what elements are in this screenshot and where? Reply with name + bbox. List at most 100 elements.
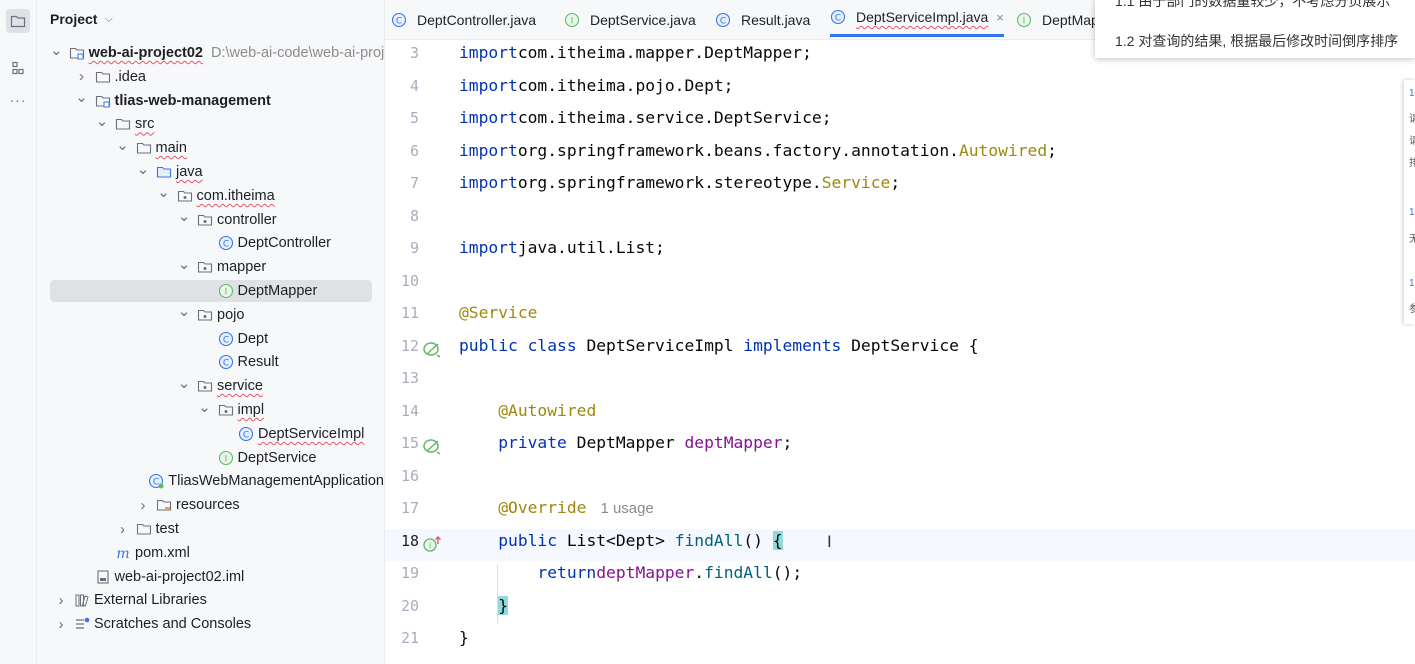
- tree-item-main[interactable]: ⌄ main: [50, 137, 384, 159]
- chevron-down-icon[interactable]: ⌄: [198, 398, 212, 416]
- spring-bean-icon[interactable]: [422, 339, 442, 359]
- tree-item-java[interactable]: ⌄ java: [50, 161, 384, 183]
- code-token: org.springframework.stereotype.: [517, 173, 822, 192]
- svg-text:C: C: [396, 17, 402, 27]
- tree-item-service[interactable]: ⌄ service: [50, 375, 384, 397]
- code-line: }: [459, 628, 469, 647]
- project-panel: Project ⌵ ⌄ web-ai-project02 D:\web-ai-cod…: [37, 0, 385, 664]
- iml-file-icon: [95, 569, 111, 585]
- tree-item-deptservice[interactable]: ›IDeptService: [50, 447, 384, 469]
- side-card-text: 排: [1409, 158, 1415, 169]
- code-token: ;: [782, 433, 793, 452]
- tree-item-label: impl: [237, 402, 265, 418]
- tree-item-pojo[interactable]: ⌄ pojo: [50, 302, 384, 326]
- tree-item-label: web-ai-project02.iml: [114, 568, 245, 585]
- tree-item-label: DeptServiceImpl: [258, 425, 365, 442]
- resources-folder-icon: [156, 497, 172, 513]
- chevron-down-icon[interactable]: ⌄: [177, 374, 191, 392]
- code-token: org.springframework.beans.factory.annota…: [517, 140, 959, 160]
- tree-item-web-ai-project02[interactable]: ⌄ web-ai-project02 D:\web-ai-code\web-ai-p…: [50, 42, 384, 64]
- usages-inlay-hint[interactable]: 1 usage: [600, 500, 653, 517]
- chevron-down-icon[interactable]: ⌄: [136, 160, 150, 178]
- chevron-down-icon[interactable]: ⌄: [116, 136, 130, 154]
- tree-item-test[interactable]: › test: [50, 518, 384, 540]
- project-panel-header[interactable]: Project ⌵: [50, 11, 113, 27]
- line-number: 21: [400, 629, 419, 647]
- tree-item-external-libraries[interactable]: › External Libraries: [50, 589, 384, 611]
- chevron-down-icon: ⌵: [104, 12, 113, 25]
- tree-item-dept[interactable]: ›CDept: [50, 328, 384, 350]
- module-folder-icon: [95, 93, 111, 109]
- tree-item-scratches-and-consoles[interactable]: › Scratches and Consoles: [50, 613, 384, 635]
- tree-item-label: controller: [217, 211, 277, 228]
- chevron-right-icon[interactable]: ›: [136, 497, 150, 514]
- code-token: List<Dept>: [557, 530, 675, 550]
- tree-item-deptserviceimpl[interactable]: ›CDeptServiceImpl: [50, 423, 384, 445]
- code-line: public class DeptServiceImpl implements …: [459, 336, 979, 355]
- chevron-down-icon[interactable]: ⌄: [75, 88, 89, 106]
- code-line: importcom.itheima.service.DeptService;: [459, 108, 832, 127]
- tree-item-controller[interactable]: ⌄ controller: [50, 207, 384, 231]
- tree-item-deptcontroller[interactable]: ›CDeptController: [50, 232, 384, 254]
- tree-item-label: mapper: [217, 259, 267, 276]
- chevron-right-icon[interactable]: ›: [75, 68, 89, 85]
- code-token: implements: [743, 335, 842, 355]
- autowired-bean-icon[interactable]: [422, 436, 442, 456]
- chevron-down-icon[interactable]: ⌄: [177, 207, 191, 225]
- tree-item-web-ai-project02-iml[interactable]: ›web-ai-project02.iml: [50, 566, 384, 588]
- tool-window-strip: ···: [0, 0, 37, 664]
- more-tools-button[interactable]: ···: [6, 88, 30, 112]
- code-token: }: [459, 628, 469, 647]
- structure-tool-button[interactable]: [6, 56, 30, 80]
- package-icon: [197, 378, 213, 394]
- svg-text:C: C: [243, 430, 249, 440]
- code-line: @Override 1 usage: [459, 498, 654, 517]
- tree-item-label: java: [176, 164, 203, 180]
- line-number: 20: [400, 596, 419, 615]
- side-card-text: 1: [1409, 207, 1415, 218]
- tree-item--idea[interactable]: › .idea: [50, 66, 384, 88]
- tab-deptserviceimpl-java[interactable]: C DeptServiceImpl.java ×: [830, 0, 1004, 37]
- close-icon[interactable]: ×: [996, 10, 1004, 25]
- code-token: @Override: [498, 498, 587, 517]
- chevron-right-icon[interactable]: ›: [54, 616, 68, 633]
- tree-item-pom-xml[interactable]: ›mpom.xml: [50, 542, 384, 564]
- tab-deptservice-java[interactable]: I DeptService.java: [564, 0, 696, 39]
- chevron-down-icon[interactable]: ⌄: [50, 41, 63, 59]
- tree-item-impl[interactable]: ⌄ impl: [50, 399, 384, 421]
- tree-item-mapper[interactable]: ⌄ mapper: [50, 256, 384, 278]
- tree-item-tlias-web-management[interactable]: ⌄ tlias-web-management: [50, 88, 384, 112]
- tree-item-tliaswebmanagementapplication[interactable]: ›CTliasWebManagementApplication: [50, 470, 384, 492]
- tree-item-label: DeptService: [237, 449, 317, 466]
- svg-text:m: m: [116, 546, 129, 561]
- line-number: 19: [400, 564, 419, 582]
- chevron-right-icon[interactable]: ›: [54, 592, 68, 609]
- tree-item-deptmapper[interactable]: ›IDeptMapper: [50, 280, 372, 302]
- code-token: import: [459, 75, 518, 95]
- line-number: 18: [400, 531, 419, 550]
- project-tool-button[interactable]: [6, 9, 30, 33]
- tree-item-com-itheima[interactable]: ⌄ com.itheima: [50, 183, 384, 207]
- chevron-down-icon[interactable]: ⌄: [95, 112, 109, 130]
- indent-guide: [497, 564, 498, 624]
- tab-deptcontroller-java[interactable]: C DeptController.java: [391, 0, 536, 39]
- chevron-down-icon[interactable]: ⌄: [177, 302, 191, 320]
- interface-icon: I: [1016, 12, 1032, 28]
- code-token: DeptService {: [841, 335, 979, 355]
- code-token: return: [537, 563, 597, 582]
- tree-item-resources[interactable]: › resources: [50, 494, 384, 516]
- chevron-right-icon[interactable]: ›: [116, 521, 130, 538]
- chevron-down-icon[interactable]: ⌄: [177, 255, 191, 273]
- libraries-icon: [74, 592, 90, 608]
- tree-item-src[interactable]: ⌄ src: [50, 113, 384, 135]
- code-token: ;: [1047, 140, 1057, 160]
- tree-item-result[interactable]: ›CResult: [50, 351, 384, 373]
- tab-result-java[interactable]: C Result.java: [715, 0, 810, 39]
- code-editor[interactable]: importcom.itheima.mapper.DeptMapper; impo…: [448, 40, 1415, 664]
- class-icon: C: [218, 331, 234, 347]
- code-token: java.util.List;: [517, 238, 665, 257]
- implements-method-icon[interactable]: I: [422, 534, 442, 554]
- chevron-down-icon[interactable]: ⌄: [157, 183, 171, 201]
